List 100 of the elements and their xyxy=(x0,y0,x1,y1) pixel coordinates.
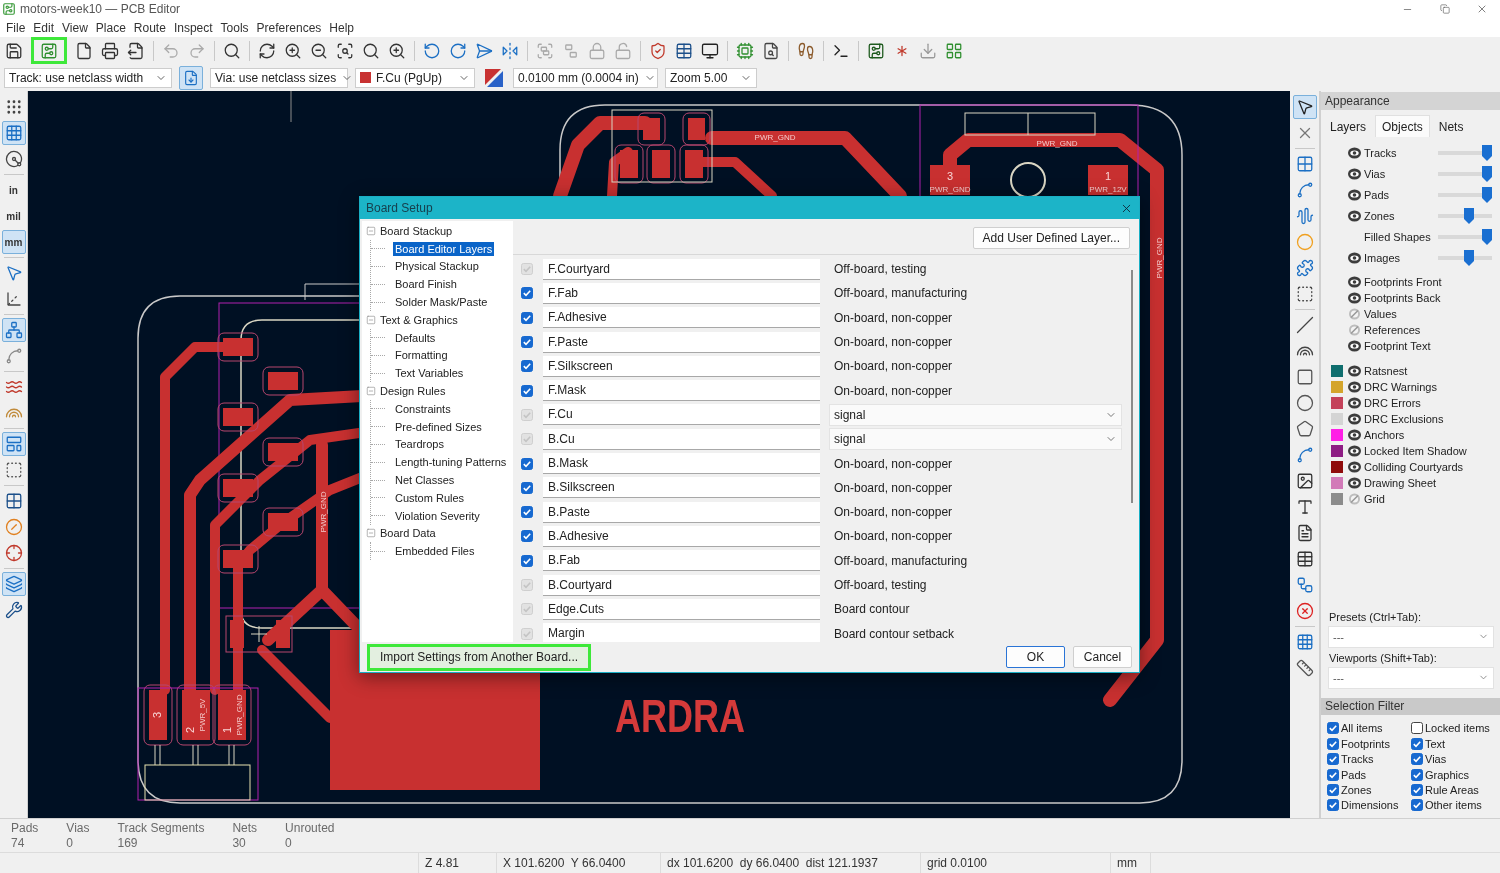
eye-icon[interactable] xyxy=(1348,461,1361,473)
zoom-dropdown[interactable]: Zoom 5.00 xyxy=(665,67,757,88)
auto-width-button[interactable] xyxy=(179,65,203,90)
slider-handle[interactable] xyxy=(1482,144,1492,161)
checkbox[interactable] xyxy=(1327,783,1339,796)
layer-name-field[interactable]: F.Adhesive xyxy=(543,307,820,329)
units-button[interactable]: mil xyxy=(1,204,26,228)
tree-item[interactable]: Board Finish xyxy=(393,277,459,292)
color-swatch-icon[interactable] xyxy=(1331,413,1343,425)
layer-checkbox[interactable] xyxy=(521,384,533,397)
units-button[interactable]: in xyxy=(1,178,26,202)
slider-handle[interactable] xyxy=(1482,165,1492,182)
checkbox[interactable] xyxy=(1327,722,1339,735)
menu-item[interactable]: Preferences xyxy=(252,20,326,35)
checkbox[interactable] xyxy=(1411,753,1423,766)
layer-checkbox[interactable] xyxy=(521,506,533,519)
tree-item[interactable]: Text Variables xyxy=(393,366,466,381)
ratsnest-button[interactable] xyxy=(1,318,26,342)
tree-item[interactable]: Text & Graphics xyxy=(378,312,460,327)
slider-handle[interactable] xyxy=(1482,186,1492,203)
layer-name-field[interactable]: B.Silkscreen xyxy=(543,477,820,499)
tree-item[interactable]: Defaults xyxy=(393,330,438,345)
color-swatch-icon[interactable] xyxy=(1331,381,1343,393)
eye-icon[interactable] xyxy=(1348,397,1361,409)
eye-icon[interactable] xyxy=(1348,188,1361,201)
zone-display-button[interactable] xyxy=(1,432,26,456)
checkbox[interactable] xyxy=(1327,768,1339,781)
ok-button[interactable]: OK xyxy=(1006,646,1065,668)
layer-checkbox[interactable] xyxy=(521,311,533,324)
grid-overrides-button[interactable] xyxy=(1,121,26,145)
menu-item[interactable]: View xyxy=(58,20,92,35)
tree-item[interactable]: Constraints xyxy=(393,401,453,416)
eye-icon[interactable] xyxy=(1348,445,1361,457)
layer-name-field[interactable]: B.Adhesive xyxy=(543,525,820,547)
checkbox[interactable] xyxy=(1411,768,1423,781)
viewports-dropdown[interactable]: --- xyxy=(1328,666,1494,689)
menu-item[interactable]: Inspect xyxy=(169,20,217,35)
tree-item[interactable]: Formatting xyxy=(393,348,450,363)
menu-item[interactable]: Edit xyxy=(29,20,59,35)
tree-item[interactable]: Board Stackup xyxy=(378,223,455,238)
track-width-dropdown[interactable]: Track: use netclass width xyxy=(4,67,172,88)
tree-item[interactable]: Board Data xyxy=(378,526,438,541)
cancel-button[interactable]: Cancel xyxy=(1073,646,1132,668)
eye-icon[interactable] xyxy=(1348,429,1361,441)
checkbox[interactable] xyxy=(1411,783,1423,796)
tree-item[interactable]: Board Editor Layers xyxy=(393,241,495,256)
color-swatch-icon[interactable] xyxy=(1331,429,1343,441)
board-setup-button[interactable] xyxy=(31,37,67,64)
eye-icon[interactable] xyxy=(1348,477,1361,489)
eye-icon[interactable] xyxy=(1348,209,1361,222)
eye-icon[interactable] xyxy=(1348,276,1361,288)
color-swatch-icon[interactable] xyxy=(1331,477,1343,489)
scrollbar[interactable] xyxy=(1131,270,1133,503)
add-layer-button[interactable]: Add User Defined Layer... xyxy=(972,226,1130,249)
layer-checkbox[interactable] xyxy=(521,287,533,300)
menu-item[interactable]: File xyxy=(2,20,30,35)
slider-handle[interactable] xyxy=(1464,249,1475,266)
panel-tab[interactable]: Nets xyxy=(1431,115,1471,137)
eye-icon[interactable] xyxy=(1348,381,1361,393)
slider-handle[interactable] xyxy=(1482,228,1492,245)
panel-tab[interactable]: Objects xyxy=(1375,115,1430,137)
layer-name-field[interactable]: B.Paste xyxy=(543,501,820,523)
tree-item[interactable]: Physical Stackup xyxy=(393,259,481,274)
layer-name-field[interactable]: F.Mask xyxy=(543,380,820,402)
checkbox[interactable] xyxy=(1411,799,1423,812)
layer-checkbox[interactable] xyxy=(521,481,533,494)
select-button[interactable] xyxy=(1292,95,1317,119)
tree-item[interactable]: Embedded Files xyxy=(393,544,477,559)
tree-item[interactable]: Custom Rules xyxy=(393,490,467,505)
layer-name-field[interactable]: B.Fab xyxy=(543,550,820,572)
via-size-dropdown[interactable]: Via: use netclass sizes xyxy=(210,67,348,88)
color-swatch-icon[interactable] xyxy=(1331,461,1343,473)
layer-name-field[interactable]: F.Silkscreen xyxy=(543,355,820,377)
layers-button[interactable] xyxy=(1,572,26,596)
tree-item[interactable]: Design Rules xyxy=(378,384,448,399)
eye-icon[interactable] xyxy=(1348,413,1361,425)
layer-checkbox[interactable] xyxy=(521,554,533,567)
tree-item[interactable]: Violation Severity xyxy=(393,508,482,523)
units-button[interactable]: mm xyxy=(1,230,26,254)
presets-dropdown[interactable]: --- xyxy=(1328,625,1494,648)
checkbox[interactable] xyxy=(1411,722,1423,735)
panel-tab[interactable]: Layers xyxy=(1323,115,1374,137)
tree-item[interactable]: Pre-defined Sizes xyxy=(393,419,484,434)
menu-item[interactable]: Place xyxy=(91,20,130,35)
layer-checkbox[interactable] xyxy=(521,360,533,373)
checkbox[interactable] xyxy=(1327,753,1339,766)
color-swatch-icon[interactable] xyxy=(1331,397,1343,409)
grid-dropdown[interactable]: 0.0100 mm (0.0004 in) xyxy=(513,67,658,88)
checkbox[interactable] xyxy=(1411,737,1423,750)
layer-dropdown[interactable]: F.Cu (PgUp) xyxy=(355,67,475,88)
menu-item[interactable]: Tools xyxy=(216,20,253,35)
checkbox[interactable] xyxy=(1327,737,1339,750)
eye-icon[interactable] xyxy=(1348,292,1361,304)
layer-name-field[interactable]: B.Mask xyxy=(543,453,820,474)
menu-item[interactable]: Route xyxy=(129,20,170,35)
eye-icon[interactable] xyxy=(1348,340,1361,352)
eye-icon[interactable] xyxy=(1348,146,1361,159)
layer-name-field[interactable]: F.Paste xyxy=(543,331,820,353)
menu-item[interactable]: Help xyxy=(325,20,358,35)
slider-handle[interactable] xyxy=(1464,207,1475,224)
